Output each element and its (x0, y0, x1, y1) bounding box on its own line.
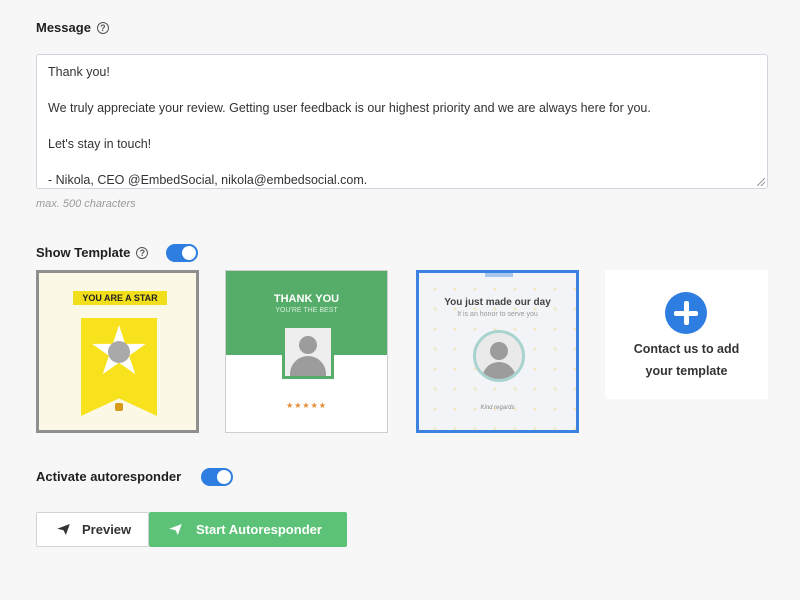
resize-grip-icon[interactable] (757, 178, 765, 186)
message-line: - Nikola, CEO @EmbedSocial, nikola@embed… (48, 173, 368, 187)
toggle-knob (217, 470, 231, 484)
autoresponder-label: Activate autoresponder (36, 469, 182, 484)
help-icon[interactable]: ? (96, 21, 109, 34)
template-title: You just made our day (444, 297, 551, 308)
show-template-toggle[interactable] (166, 244, 198, 262)
autoresponder-label-row: Activate autoresponder (36, 469, 181, 484)
template-made-our-day-option[interactable]: You just made our day It is an honor to … (416, 270, 579, 433)
message-label-row: Message ? (36, 20, 109, 35)
template-star-option[interactable]: YOU ARE A STAR (36, 270, 199, 433)
send-icon (169, 524, 182, 535)
template-subtitle: It is an honor to serve you (457, 311, 538, 318)
message-line: Thank you! (48, 65, 110, 79)
message-textarea[interactable]: Thank you! We truly appreciate your revi… (36, 54, 768, 189)
help-icon[interactable]: ? (136, 246, 149, 259)
contact-add-template-card[interactable]: Contact us to add your template (605, 270, 768, 399)
rating-stars-icon: ★★★★★ (286, 401, 327, 410)
character-limit-hint: max. 500 characters (36, 198, 136, 210)
message-line: We truly appreciate your review. Getting… (48, 101, 651, 115)
selected-tab-indicator (485, 273, 513, 277)
avatar-icon (282, 325, 334, 379)
template-title: THANK YOU (273, 293, 340, 305)
preview-button[interactable]: Preview (36, 512, 149, 547)
plus-icon[interactable] (665, 292, 707, 334)
template-signature: Kind regards (480, 405, 515, 411)
preview-button-label: Preview (82, 522, 132, 537)
logo-icon (115, 403, 123, 411)
show-template-label-row: Show Template ? (36, 245, 149, 260)
message-label: Message (36, 20, 91, 35)
message-line (48, 117, 756, 135)
start-autoresponder-button[interactable]: Start Autoresponder (149, 512, 347, 547)
template-ribbon-text: YOU ARE A STAR (73, 291, 167, 305)
template-subtitle: YOU'RE THE BEST (275, 307, 338, 314)
show-template-label: Show Template (36, 245, 131, 260)
contact-text: Contact us to add your template (633, 342, 740, 378)
message-line (48, 153, 756, 171)
send-icon (57, 524, 70, 535)
message-line: Let's stay in touch! (48, 137, 152, 151)
start-autoresponder-label: Start Autoresponder (196, 522, 322, 537)
autoresponder-toggle[interactable] (201, 468, 233, 486)
toggle-knob (182, 246, 196, 260)
template-thank-you-option[interactable]: THANK YOU YOU'RE THE BEST ★★★★★ (225, 270, 388, 433)
message-line (48, 81, 756, 99)
avatar-icon (473, 330, 525, 382)
avatar-icon (108, 341, 130, 363)
